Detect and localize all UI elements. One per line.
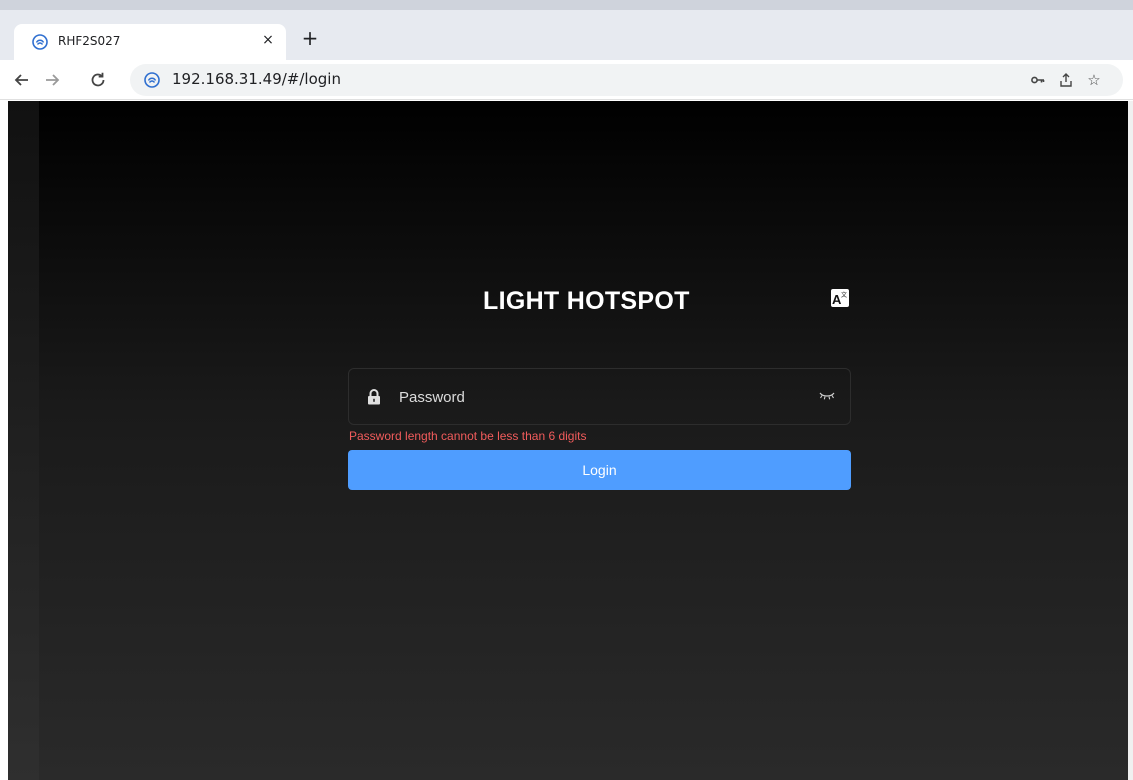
svg-text:文: 文 <box>841 291 847 299</box>
forward-arrow-icon <box>46 74 60 86</box>
password-error-message: Password length cannot be less than 6 di… <box>349 429 587 443</box>
key-icon[interactable] <box>1030 72 1046 88</box>
bookmark-star-icon[interactable]: ☆ <box>1086 72 1102 88</box>
translate-icon: A 文 <box>832 291 847 307</box>
tab-close-icon[interactable]: × <box>259 31 277 49</box>
share-icon[interactable] <box>1058 72 1074 88</box>
address-bar[interactable]: 192.168.31.49/#/login ☆ <box>130 64 1123 96</box>
login-button[interactable]: Login <box>348 450 851 490</box>
site-favicon-icon <box>32 34 48 50</box>
browser-tab[interactable]: RHF2S027 × <box>14 24 286 60</box>
back-arrow-icon <box>14 74 28 86</box>
back-button[interactable] <box>10 68 34 92</box>
reload-icon <box>91 72 105 87</box>
forward-button[interactable] <box>40 68 64 92</box>
language-switch-button[interactable]: A 文 <box>831 289 849 307</box>
login-page: LIGHT HOTSPOT A 文 Password length cannot… <box>0 101 1133 780</box>
url-text[interactable]: 192.168.31.49/#/login <box>172 70 341 88</box>
reload-button[interactable] <box>86 68 110 92</box>
password-input[interactable] <box>399 385 799 409</box>
new-tab-button[interactable]: + <box>300 28 320 48</box>
window-top-strip <box>0 0 1133 10</box>
browser-toolbar: 192.168.31.49/#/login ☆ <box>0 60 1133 100</box>
tab-title: RHF2S027 <box>58 34 121 48</box>
password-field[interactable] <box>348 368 851 425</box>
eye-closed-icon[interactable] <box>819 391 835 401</box>
tab-bar: RHF2S027 × + <box>0 10 1133 60</box>
app-title: LIGHT HOTSPOT <box>483 287 690 315</box>
lock-icon <box>368 389 380 405</box>
site-favicon-icon <box>144 72 160 88</box>
